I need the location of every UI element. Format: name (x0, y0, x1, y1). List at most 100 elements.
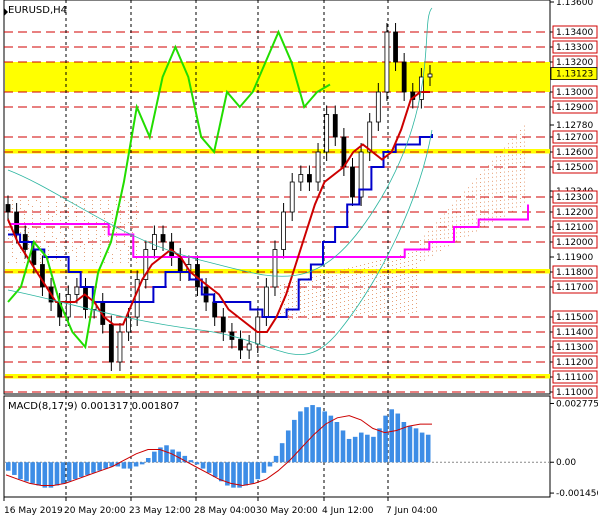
svg-text:1.12500: 1.12500 (556, 163, 593, 173)
macd-bar (60, 462, 66, 484)
macd-bar (91, 462, 96, 473)
macd-bar (12, 462, 17, 475)
svg-text:1.11900: 1.11900 (556, 253, 593, 263)
svg-text:1.11000: 1.11000 (556, 388, 593, 398)
y-axis-tick: 1.13300 (550, 40, 598, 54)
macd-bar (170, 449, 175, 463)
candle (350, 158, 355, 206)
chart-title: EURUSD,H4 (8, 5, 67, 16)
svg-text:0.002775: 0.002775 (556, 399, 598, 409)
svg-text:1.12780: 1.12780 (556, 121, 593, 131)
candle (5, 195, 11, 221)
y-axis-tick: 1.11700 (550, 280, 598, 294)
current-price-label: 1.13123 (550, 67, 598, 80)
y-axis-tick: 1.11500 (550, 310, 598, 324)
candle (83, 278, 88, 319)
highlight-zone (5, 269, 550, 274)
candle (143, 240, 149, 289)
x-axis-tick: 7 Jun 04:00 (386, 506, 438, 516)
y-axis-tick: 1.12100 (550, 220, 598, 234)
macd-bar (371, 436, 376, 463)
svg-text:1.12000: 1.12000 (556, 238, 593, 248)
macd-bar (365, 434, 370, 463)
candle (281, 203, 286, 259)
macd-bar (24, 462, 29, 482)
macd-bar (72, 462, 78, 480)
svg-text:1.13123: 1.13123 (556, 70, 593, 80)
macd-bar (419, 432, 425, 463)
svg-text:1.13600: 1.13600 (556, 0, 593, 8)
macd-bar (133, 462, 139, 467)
macd-bar (413, 428, 419, 463)
y-axis-tick: 1.13200 (550, 55, 598, 69)
y-axis-tick: 1.11400 (550, 325, 598, 339)
macd-bar (139, 462, 145, 465)
y-axis-tick: 1.11000 (550, 385, 598, 399)
macd-bar (243, 462, 248, 486)
macd-bar (267, 462, 273, 467)
candle (160, 225, 166, 251)
macd-bar (358, 432, 364, 463)
macd-bar (85, 462, 90, 475)
macd-bar (194, 462, 200, 465)
macd-bar (54, 462, 60, 486)
macd-bar (322, 411, 328, 463)
macd-bar (121, 462, 127, 469)
macd-y-tick: 0.00 (550, 458, 576, 468)
macd-bar (237, 462, 242, 488)
candle (298, 165, 304, 191)
macd-bar (42, 462, 48, 488)
macd-bar (30, 462, 35, 484)
candle (272, 240, 278, 296)
y-axis-tick: 1.12200 (550, 205, 598, 219)
macd-bar (334, 422, 340, 463)
candle (117, 323, 123, 371)
candle (238, 330, 243, 359)
macd-bar (304, 407, 309, 463)
y-axis-tick: 1.12700 (550, 130, 598, 144)
svg-text:1.11100: 1.11100 (556, 373, 593, 383)
macd-bar (188, 460, 194, 463)
y-axis-tick: 1.11100 (550, 370, 598, 384)
macd-bar (206, 462, 212, 473)
y-axis-tick: 1.12600 (550, 145, 598, 159)
macd-bar (145, 458, 151, 463)
macd-bar (219, 462, 224, 482)
macd-bar (66, 462, 72, 482)
macd-bar (407, 426, 413, 463)
macd-bar (18, 462, 23, 480)
macd-bar (36, 462, 42, 486)
y-axis-tick: 1.12000 (550, 235, 598, 249)
candle (40, 255, 45, 296)
chart-root: EURUSD,H4 1.13600 1.13400 1.13300 1.13200 1.1… (0, 0, 598, 521)
candle (152, 225, 157, 259)
svg-text:1.11200: 1.11200 (556, 358, 593, 368)
x-axis-tick: 30 May 20:00 (256, 506, 318, 516)
candle (401, 53, 407, 101)
y-axis-tick: 1.12780 (550, 121, 593, 131)
macd-histogram (6, 405, 431, 488)
macd-bar (249, 462, 255, 484)
macd-bar (79, 462, 84, 478)
macd-bar (298, 411, 303, 463)
macd-title: MACD(8,17,9) 0.001317 0.001807 (8, 401, 179, 412)
chart-canvas: EURUSD,H4 1.13600 1.13400 1.13300 1.13200 1.1… (3, 0, 598, 516)
macd-bar (200, 462, 206, 469)
macd-bar (389, 409, 394, 463)
candle (367, 113, 373, 161)
svg-text:1.13300: 1.13300 (556, 43, 593, 53)
candle (289, 173, 295, 221)
svg-text:1.12700: 1.12700 (556, 133, 593, 143)
y-axis-tick: 1.13600 (550, 0, 593, 8)
macd-bar (212, 462, 218, 478)
svg-text:1.12900: 1.12900 (556, 103, 593, 113)
macd-y-tick: -0.001456 (550, 489, 598, 499)
candle (246, 335, 252, 359)
candle (384, 23, 390, 101)
svg-text:1.11500: 1.11500 (556, 313, 593, 323)
macd-bar (97, 462, 102, 471)
macd-bar (279, 443, 285, 463)
x-axis-tick: 4 Jun 12:00 (322, 506, 374, 516)
svg-text:1.12100: 1.12100 (556, 223, 593, 233)
candle (134, 270, 140, 326)
